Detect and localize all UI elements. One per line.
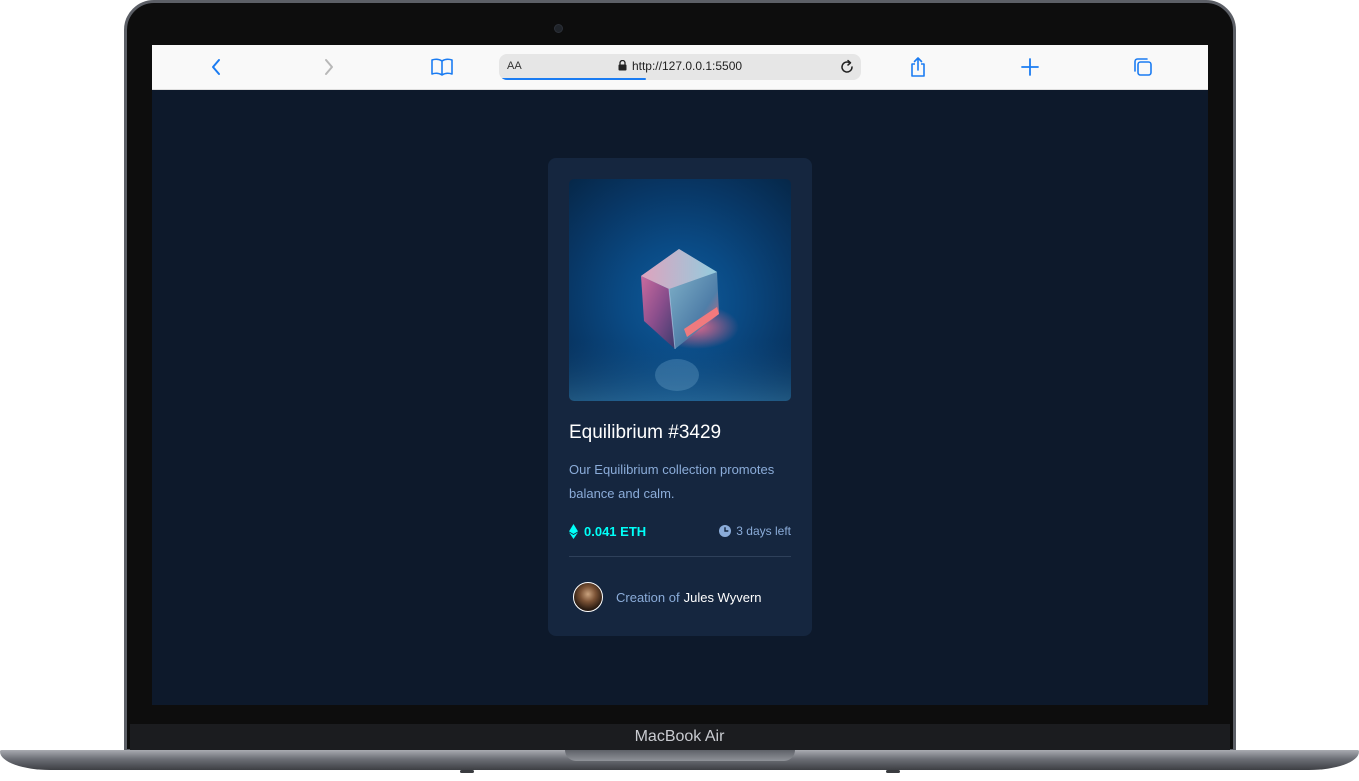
- chevron-left-icon: [212, 59, 220, 75]
- url-display: http://127.0.0.1:5500: [499, 59, 861, 73]
- price-info: 0.041 ETH: [569, 524, 646, 539]
- bookmarks-button[interactable]: [430, 55, 454, 79]
- forward-button[interactable]: [317, 55, 341, 79]
- reload-icon: [841, 59, 853, 73]
- new-tab-button[interactable]: [1018, 55, 1042, 79]
- back-button[interactable]: [204, 55, 228, 79]
- book-icon: [431, 58, 453, 76]
- creator-prefix: Creation of: [616, 589, 680, 605]
- price-value: 0.041 ETH: [584, 524, 647, 539]
- clock-icon: [719, 525, 732, 537]
- browser-toolbar: AA http://127.0.0.1:5500: [152, 45, 1208, 90]
- creator-name-link[interactable]: Jules Wyvern: [684, 590, 762, 605]
- url-text: http://127.0.0.1:5500: [631, 59, 743, 73]
- laptop-mockup: AA http://127.0.0.1:5500 Equilibrium #34…: [0, 0, 1359, 781]
- tabs-icon: [1134, 58, 1152, 76]
- time-left-info: 3 days left: [719, 524, 791, 538]
- plus-icon: [1021, 58, 1039, 76]
- laptop-foot: [460, 770, 474, 773]
- share-icon: [911, 57, 925, 77]
- nft-title[interactable]: Equilibrium #3429: [569, 422, 721, 444]
- reload-button[interactable]: [838, 58, 856, 80]
- nft-card: Equilibrium #3429 Our Equilibrium collec…: [548, 158, 812, 636]
- tabs-overview-button[interactable]: [1131, 55, 1155, 79]
- card-divider: [569, 556, 791, 557]
- laptop-foot: [886, 770, 900, 773]
- creator-avatar: [573, 582, 603, 612]
- ethereum-icon: [569, 524, 578, 539]
- device-label: MacBook Air: [634, 728, 725, 745]
- chevron-right-icon: [325, 59, 333, 75]
- laptop-open-notch: [565, 750, 795, 761]
- equilibrium-cube-image: [569, 249, 791, 401]
- creator-attribution: Creation of Jules Wyvern: [573, 582, 762, 612]
- lock-icon: [618, 60, 627, 71]
- browser-screen: AA http://127.0.0.1:5500 Equilibrium #34…: [152, 45, 1208, 705]
- time-left-value: 3 days left: [736, 524, 791, 538]
- webcam: [554, 24, 563, 33]
- share-button[interactable]: [906, 55, 930, 79]
- address-bar[interactable]: AA http://127.0.0.1:5500: [499, 54, 861, 80]
- page-load-progress: [501, 78, 646, 80]
- nft-description: Our Equilibrium collection promotes bala…: [569, 462, 775, 501]
- nft-image[interactable]: [569, 179, 791, 401]
